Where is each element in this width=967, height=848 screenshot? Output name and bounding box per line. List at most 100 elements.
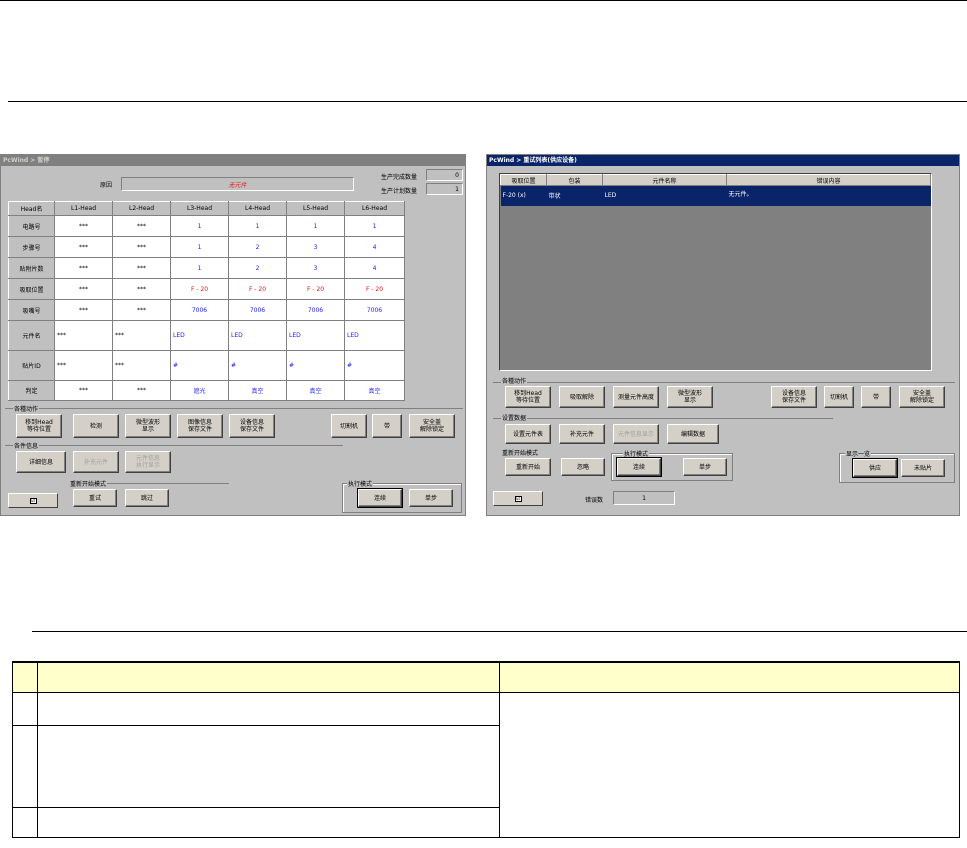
grid-cell: 2 <box>228 257 287 279</box>
check-icon: ☑ <box>514 495 522 502</box>
grid-row: 步骤号 *** *** 1 2 3 4 <box>8 236 405 258</box>
grid-cell: *** <box>112 215 171 237</box>
detect-button[interactable]: 检测 <box>73 414 119 438</box>
retry-list[interactable]: 吸取位置 包装 元件名称 错误内容 F-20 (x) 带状 LED 无元件。 <box>499 173 932 371</box>
move-head-button[interactable]: 移到Head 等待位置 <box>16 414 62 438</box>
cutter-button[interactable]: 切割机 <box>331 414 367 438</box>
parts-info-display-button[interactable]: 元件信息显示 <box>613 424 659 444</box>
grid-cell: LED <box>170 320 229 351</box>
single-step-button[interactable]: 单步 <box>409 489 453 507</box>
grid-cell: LED <box>344 320 405 351</box>
error-count-field: 1 <box>613 491 675 505</box>
single-step-button[interactable]: 单步 <box>683 458 727 476</box>
list-column-header[interactable]: 包装 <box>546 174 603 186</box>
reason-value: 无元件 <box>228 181 247 189</box>
grid-cell: *** <box>112 257 171 279</box>
waveform-button[interactable]: 微型波形 显示 <box>125 414 171 438</box>
parts-manage-button[interactable]: 元件信息 执行显示 <box>125 451 171 473</box>
list-row-selected[interactable]: F-20 (x) 带状 LED 无元件。 <box>500 185 931 206</box>
grid-cell: LED <box>228 320 287 351</box>
check-icon: ☑ <box>29 497 37 504</box>
supply-device-button[interactable]: 供应 <box>852 458 898 478</box>
table-cell <box>37 806 500 838</box>
table-cell <box>37 724 500 808</box>
grid-cell: # <box>170 350 229 381</box>
grid-row: 贴附片数 *** *** 1 2 3 4 <box>8 257 405 279</box>
production-plan-label: 生产计划数量 <box>381 188 418 195</box>
grid-cell: 1 <box>286 215 345 237</box>
suction-release-button[interactable]: 吸取解除 <box>559 386 605 408</box>
supply-parts-button[interactable]: 补充元件 <box>73 451 119 473</box>
save-device-button[interactable]: 设备信息 保存文件 <box>771 386 817 408</box>
waveform-button[interactable]: 微型波形 显示 <box>667 386 713 408</box>
set-parts-table-button[interactable]: 设置元件表 <box>505 424 551 444</box>
tape-button[interactable]: 带 <box>861 386 891 408</box>
retry-list-window: PcWind > 重试列表(供应设备) 吸取位置 包装 元件名称 错误内容 F-… <box>486 154 960 516</box>
list-column-header[interactable]: 错误内容 <box>726 174 931 186</box>
list-cell-error: 无元件。 <box>726 185 931 206</box>
retry-button[interactable]: 重试 <box>73 489 117 507</box>
save-device-button[interactable]: 设备信息 保存文件 <box>229 414 275 438</box>
table-header-cell <box>499 661 960 693</box>
grid-cell: *** <box>112 380 171 401</box>
grid-cell: *** <box>54 299 113 321</box>
table-row <box>12 691 960 838</box>
restart-mode-label: 重新开始模式 <box>69 479 108 488</box>
actions-group-label: 各種动作 <box>501 376 528 385</box>
safety-cover-button[interactable]: 安全盖 解除锁定 <box>899 386 945 408</box>
continuous-button[interactable]: 连续 <box>357 488 403 508</box>
list-column-header[interactable]: 吸取位置 <box>500 174 547 186</box>
ignore-button[interactable]: 忽略 <box>561 458 605 476</box>
grid-cell: 真空 <box>344 380 405 401</box>
grid-cell: 7006 <box>344 299 405 321</box>
detail-info-button[interactable]: 详细信息 <box>16 451 66 473</box>
move-head-button[interactable]: 移到Head 等待位置 <box>505 386 551 408</box>
grid-row-label: 判定 <box>8 380 55 401</box>
actions-group-line <box>493 382 955 383</box>
grid-cell: *** <box>112 236 171 258</box>
grid-cell: 4 <box>344 236 405 258</box>
grid-row: 吸嘴号 *** *** 7006 7006 7006 7006 <box>8 299 405 321</box>
grid-cell: 2 <box>228 236 287 258</box>
grid-row-label: 吸嘴号 <box>8 299 55 321</box>
measure-height-button[interactable]: 测量元件高度 <box>613 386 659 408</box>
parts-group-label: 各件信息 <box>13 441 40 450</box>
error-count-value: 1 <box>642 494 646 502</box>
view-checkbox[interactable]: ☑ <box>493 491 543 506</box>
setup-group-label: 设置数据 <box>501 413 528 422</box>
reason-field: 无元件 <box>121 177 354 191</box>
continuous-button[interactable]: 连续 <box>616 457 662 477</box>
table-cell-merged <box>499 691 960 838</box>
parts-group-line <box>5 445 343 446</box>
grid-cell: F - 20 <box>286 278 345 300</box>
production-plan-field: 1 <box>426 183 463 195</box>
grid-header: L6-Head <box>344 201 405 216</box>
safety-cover-button[interactable]: 安全盖 解除锁定 <box>409 414 455 438</box>
grid-cell: *** <box>54 320 113 351</box>
supply-parts-button[interactable]: 补充元件 <box>559 424 605 444</box>
grid-row: 判定 *** *** 遮光 真空 真空 真空 <box>8 380 405 401</box>
table-cell <box>37 691 500 726</box>
cutter-button[interactable]: 切割机 <box>824 386 854 408</box>
table-header-cell <box>37 661 500 693</box>
grid-row: 吸取位置 *** *** F - 20 F - 20 F - 20 F - 20 <box>8 278 405 300</box>
save-image-button[interactable]: 图像信息 保存文件 <box>177 414 223 438</box>
view-checkbox[interactable]: ☑ <box>8 493 58 508</box>
grid-cell: *** <box>112 350 171 381</box>
pause-window: PcWind > 暂停 原因 无元件 生产完成数量 0 生产计划数量 1 Hea… <box>0 154 466 516</box>
table-cell <box>12 724 38 808</box>
grid-cell: F - 20 <box>170 278 229 300</box>
list-column-header[interactable]: 元件名称 <box>602 174 727 186</box>
unplaced-button[interactable]: 未贴片 <box>901 459 945 477</box>
error-count-label: 错误数 <box>585 497 604 504</box>
grid-row-label: 贴片ID <box>8 350 55 381</box>
grid-cell: *** <box>112 278 171 300</box>
grid-header: L1-Head <box>54 201 113 216</box>
grid-cell: # <box>344 350 405 381</box>
restart-button[interactable]: 重新开始 <box>505 458 551 476</box>
tape-button[interactable]: 带 <box>372 414 402 438</box>
edit-data-button[interactable]: 编辑数据 <box>667 424 719 444</box>
skip-button[interactable]: 跳过 <box>125 489 169 507</box>
grid-cell: 1 <box>170 215 229 237</box>
grid-cell: 3 <box>286 236 345 258</box>
